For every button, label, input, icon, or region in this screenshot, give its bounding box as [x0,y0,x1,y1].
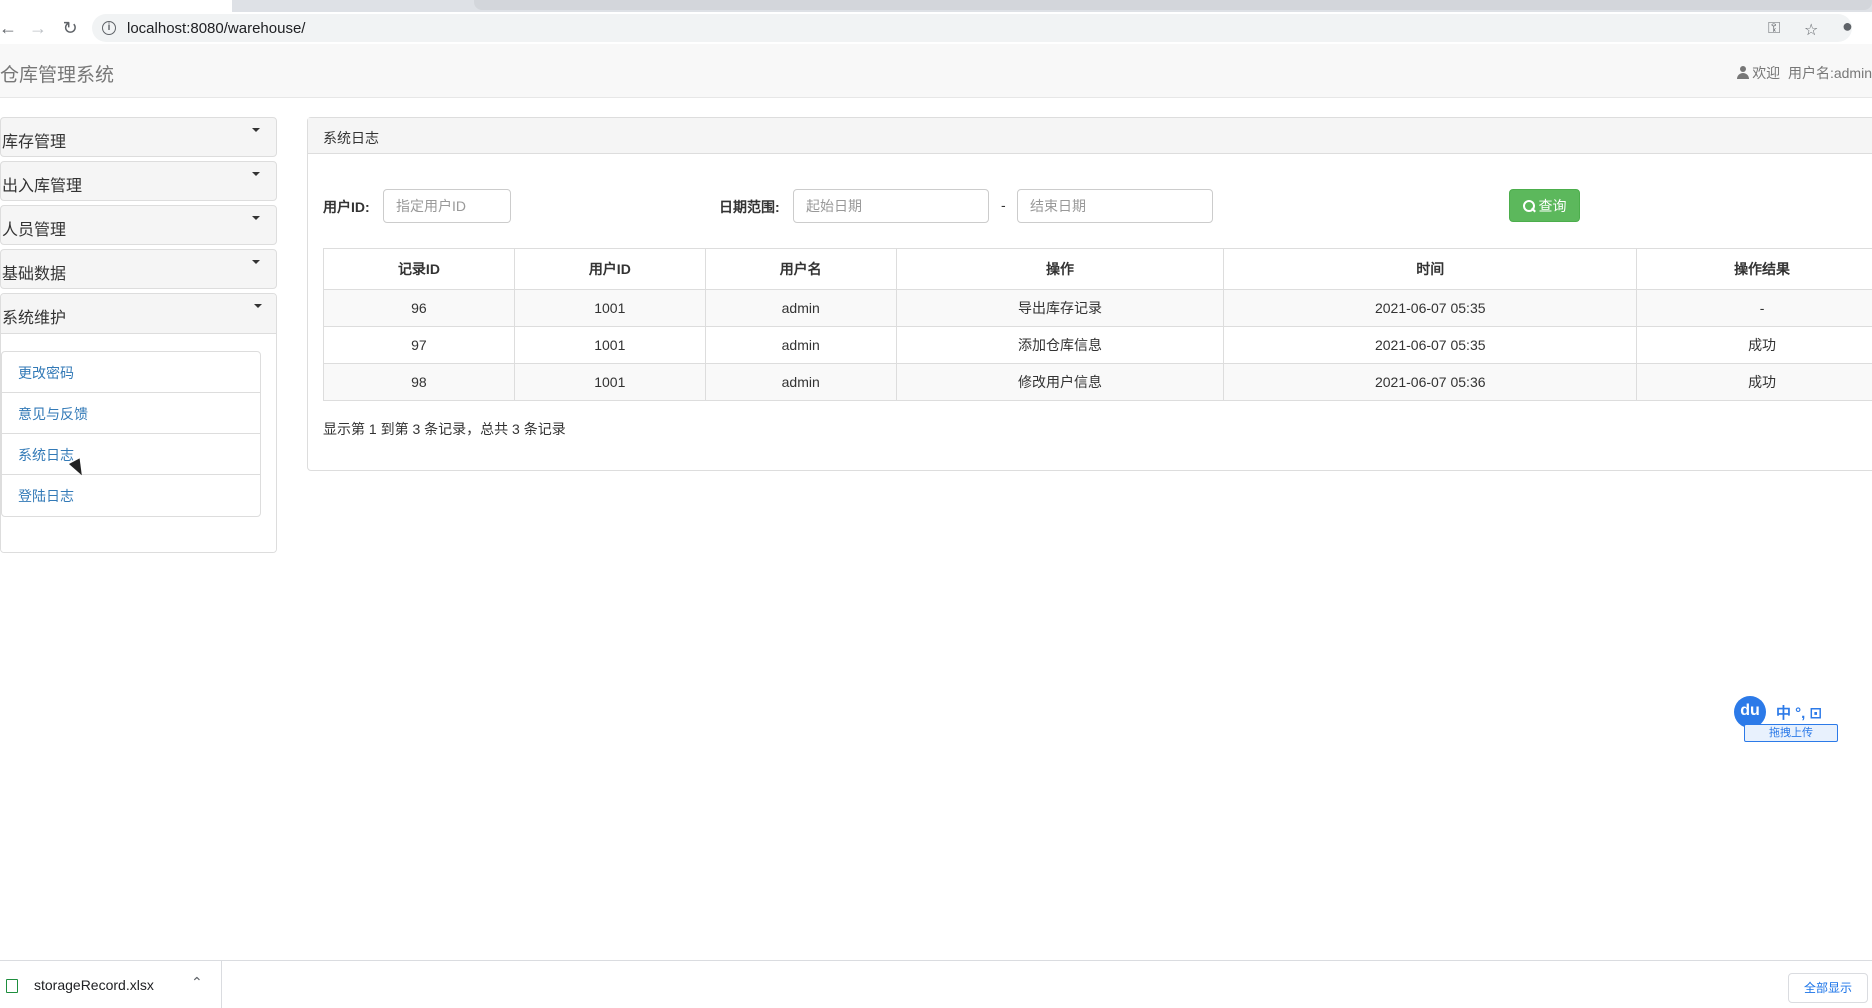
back-icon[interactable]: ← [0,16,20,40]
cell-result: - [1636,289,1872,327]
cell-operation: 修改用户信息 [895,363,1225,401]
key-icon[interactable]: ⚿ [1768,20,1780,38]
column-header-operation[interactable]: 操作 [895,248,1225,290]
table-row[interactable]: 97 1001 admin 添加仓库信息 2021-06-07 05:35 成功 [323,326,1872,364]
sidebar-menu-stock-io[interactable]: 出入库管理 [0,161,277,201]
sidebar-menu-label: 出入库管理 [2,178,83,195]
cell-record-id: 97 [323,326,515,364]
url-text[interactable]: localhost:8080/warehouse/ [127,20,305,37]
cell-username: admin [704,289,897,327]
info-icon[interactable]: i [102,21,116,35]
username-text: 用户名:admin [1787,65,1872,81]
star-icon[interactable]: ☆ [1804,20,1818,40]
sidebar: 库存管理 出入库管理 人员管理 基础数据 系统维护 更改密码 意见与反馈 系统日… [0,117,277,553]
download-item[interactable]: storageRecord.xlsx ⌃ [0,961,222,1008]
sidebar-menu-personnel[interactable]: 人员管理 [0,205,277,245]
column-header-user-id[interactable]: 用户ID [513,248,706,290]
sidebar-menu-basic-data[interactable]: 基础数据 [0,249,277,289]
download-shelf: storageRecord.xlsx ⌃ 全部显示 [0,960,1872,1008]
pagination-info: 显示第 1 到第 3 条记录，总共 3 条记录 [323,421,566,437]
column-header-record-id[interactable]: 记录ID [323,248,515,290]
cell-username: admin [704,326,897,364]
query-button[interactable]: 查询 [1509,189,1580,222]
cell-operation: 导出库存记录 [895,289,1225,327]
sidebar-submenu-container: 更改密码 意见与反馈 系统日志 登陆日志 [1,334,276,552]
browser-tab-active[interactable] [0,0,232,12]
tab-strip [0,0,1872,12]
caret-down-icon [252,260,260,264]
user-id-input[interactable] [383,189,511,223]
cell-record-id: 96 [323,289,515,327]
submenu-item-feedback[interactable]: 意见与反馈 [2,393,260,434]
address-bar[interactable]: i localhost:8080/warehouse/ ⚿ ☆ [92,14,1852,42]
date-range-dash: - [1001,197,1006,213]
table-row[interactable]: 96 1001 admin 导出库存记录 2021-06-07 05:35 - [323,289,1872,327]
ime-options[interactable]: 中 °, ⊡ [1776,702,1822,723]
show-all-downloads-button[interactable]: 全部显示 [1788,973,1868,1003]
column-header-time[interactable]: 时间 [1223,248,1638,290]
cell-operation: 添加仓库信息 [895,326,1225,364]
system-log-table: 记录ID 用户ID 用户名 操作 时间 操作结果 96 1001 admin 导… [323,248,1872,401]
browser-tab-inactive[interactable] [474,0,1872,10]
sidebar-menu-label: 库存管理 [2,134,67,151]
search-icon [1522,199,1535,212]
profile-icon[interactable]: ● [1842,16,1853,37]
user-id-label: 用户ID: [323,199,370,215]
download-file-name[interactable]: storageRecord.xlsx [34,977,154,993]
cell-user-id: 1001 [513,326,706,364]
panel-heading: 系统日志 [308,118,1872,154]
column-header-username[interactable]: 用户名 [704,248,897,290]
submenu-item-change-password[interactable]: 更改密码 [2,352,260,393]
app-title[interactable]: 仓库管理系统 [0,60,114,87]
user-info: 欢迎 用户名:admin [1737,63,1872,83]
table-row[interactable]: 98 1001 admin 修改用户信息 2021-06-07 05:36 成功 [323,363,1872,401]
sidebar-menu-label: 人员管理 [2,222,67,239]
sidebar-menu-label: 基础数据 [2,266,67,283]
drag-upload-box[interactable]: 拖拽上传 [1744,724,1838,742]
chevron-up-icon[interactable]: ⌃ [191,974,203,991]
sidebar-group-system: 系统维护 更改密码 意见与反馈 系统日志 登陆日志 [0,293,277,553]
query-button-label: 查询 [1538,197,1567,214]
caret-down-icon [252,128,260,132]
cell-time: 2021-06-07 05:35 [1223,326,1638,364]
cell-user-id: 1001 [513,289,706,327]
cell-time: 2021-06-07 05:35 [1223,289,1638,327]
sidebar-menu-label: 系统维护 [2,310,67,327]
reload-icon[interactable]: ↻ [58,16,82,40]
column-header-result[interactable]: 操作结果 [1636,248,1872,290]
cell-record-id: 98 [323,363,515,401]
submenu-item-system-log[interactable]: 系统日志 [2,434,260,475]
cell-username: admin [704,363,897,401]
browser-toolbar: ← → ↻ i localhost:8080/warehouse/ ⚿ ☆ ● [0,12,1872,44]
cell-result: 成功 [1636,326,1872,364]
welcome-text: 欢迎 [1752,65,1781,81]
caret-down-icon [254,304,262,308]
ime-toolbar[interactable]: du 中 °, ⊡ 拖拽上传 [1732,694,1872,746]
system-log-panel: 系统日志 用户ID: 日期范围: - 查询 记录ID 用户ID 用户名 操作 时… [307,117,1872,471]
cell-result: 成功 [1636,363,1872,401]
forward-icon[interactable]: → [26,16,50,40]
cell-time: 2021-06-07 05:36 [1223,363,1638,401]
sidebar-menu-system[interactable]: 系统维护 [1,294,276,334]
date-range-label: 日期范围: [719,199,780,215]
caret-down-icon [252,172,260,176]
caret-down-icon [252,216,260,220]
cell-user-id: 1001 [513,363,706,401]
app-header: 仓库管理系统 欢迎 用户名:admin [0,44,1872,98]
start-date-input[interactable] [793,189,989,223]
sidebar-menu-inventory[interactable]: 库存管理 [0,117,277,157]
submenu-item-login-log[interactable]: 登陆日志 [2,475,260,516]
submenu-list: 更改密码 意见与反馈 系统日志 登陆日志 [1,351,261,517]
end-date-input[interactable] [1017,189,1213,223]
excel-file-icon [6,979,18,993]
user-icon [1737,66,1750,79]
table-header-row: 记录ID 用户ID 用户名 操作 时间 操作结果 [323,248,1872,290]
